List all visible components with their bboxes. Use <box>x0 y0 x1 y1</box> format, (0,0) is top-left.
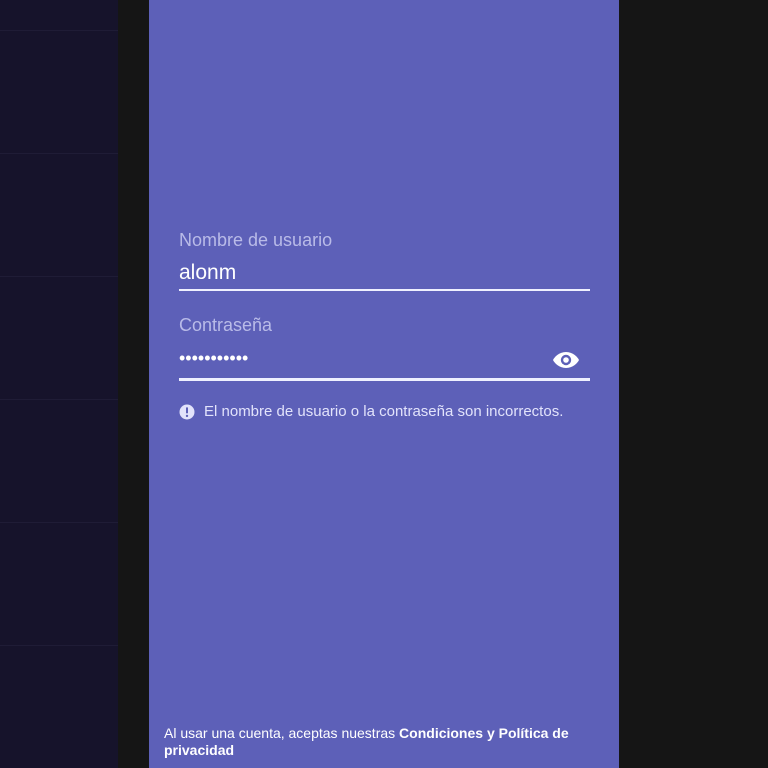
background-divider <box>0 153 118 154</box>
login-panel: Nombre de usuario alonm Contraseña •••••… <box>149 0 619 768</box>
username-input[interactable]: alonm <box>179 261 236 285</box>
eye-icon <box>553 352 579 368</box>
legal-notice: Al usar una cuenta, aceptas nuestras Con… <box>164 725 604 759</box>
show-password-button[interactable] <box>550 346 582 374</box>
username-underline <box>179 289 590 291</box>
username-label: Nombre de usuario <box>179 230 333 250</box>
background-divider <box>0 522 118 523</box>
error-circle-icon <box>179 404 195 419</box>
background-divider <box>0 399 118 400</box>
error-message: El nombre de usuario o la contraseña son… <box>204 403 564 420</box>
password-input[interactable]: ••••••••••• <box>179 348 248 369</box>
legal-prefix: Al usar una cuenta, aceptas nuestras <box>164 725 400 741</box>
error-message-row: El nombre de usuario o la contraseña son… <box>179 403 563 420</box>
password-underline <box>179 378 590 381</box>
password-label: Contraseña <box>179 315 273 335</box>
background-app-panel <box>0 0 118 768</box>
screen: Nombre de usuario alonm Contraseña •••••… <box>0 0 768 768</box>
background-divider <box>0 30 118 31</box>
background-divider <box>0 645 118 646</box>
background-gap <box>118 0 149 768</box>
background-right-area <box>619 0 768 768</box>
background-divider <box>0 276 118 277</box>
